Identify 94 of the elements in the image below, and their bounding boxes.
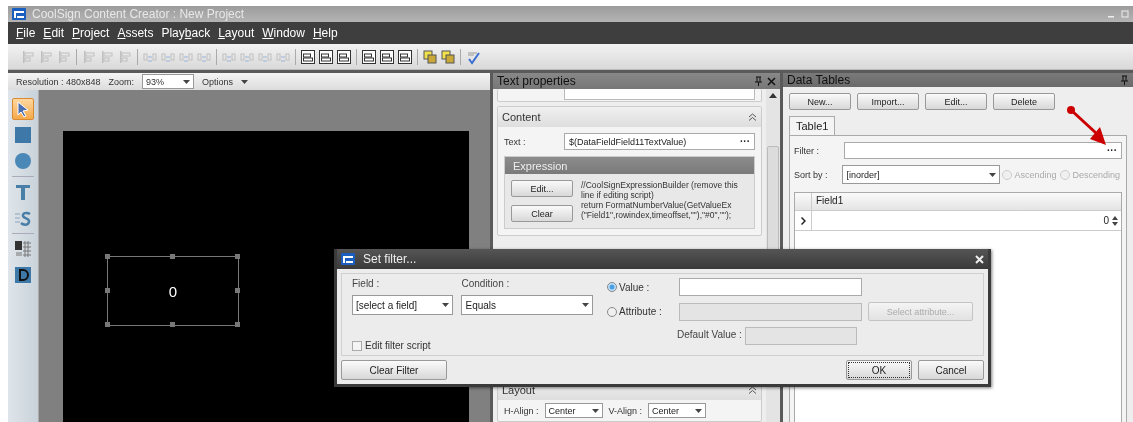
sort-label: Sort by :	[794, 169, 829, 180]
h-align-dropdown[interactable]: Center	[544, 403, 603, 418]
expression-button[interactable]: Edit...	[511, 180, 573, 197]
script-text-icon[interactable]	[14, 209, 32, 227]
text-label: Text :	[504, 136, 527, 147]
cancel-button[interactable]: Cancel	[918, 360, 984, 380]
resize-handle[interactable]	[170, 254, 175, 259]
text-icon[interactable]	[14, 183, 32, 201]
window-title: CoolSign Content Creator : New Project	[32, 7, 246, 21]
app-logo-icon	[341, 253, 355, 265]
dialog-title: Set filter...	[363, 252, 418, 266]
caret-icon	[442, 303, 450, 307]
resize-handle[interactable]	[235, 322, 240, 327]
section-title: Layout	[502, 384, 536, 396]
menu-item[interactable]: Edit	[39, 26, 69, 40]
caret-icon	[989, 172, 997, 177]
expression-title: Expression	[505, 157, 754, 174]
collapse-icon[interactable]	[748, 113, 757, 121]
resize-handle[interactable]	[235, 254, 240, 259]
tab[interactable]: Table1	[789, 116, 836, 135]
caret-icon	[183, 79, 191, 84]
position-icon[interactable]	[336, 48, 352, 65]
spinner-icon[interactable]	[1112, 215, 1118, 226]
pin-icon[interactable]	[754, 76, 763, 86]
collapse-icon[interactable]	[748, 386, 757, 394]
resize-handle[interactable]	[105, 322, 110, 327]
close-icon[interactable]	[767, 76, 776, 86]
menu-item[interactable]: Window	[258, 26, 309, 40]
rectangle-icon[interactable]	[14, 126, 32, 144]
pin-icon[interactable]	[1120, 75, 1129, 85]
h-align-label: H-Align :	[504, 405, 539, 416]
text-element[interactable]: 0	[107, 256, 239, 326]
condition-label: Condition :	[461, 278, 511, 291]
default-value-label: Default Value :	[677, 329, 742, 342]
v-align-dropdown[interactable]: Center	[648, 403, 707, 418]
layer-icon[interactable]	[440, 48, 456, 65]
resize-handle[interactable]	[170, 322, 175, 327]
resize-handle[interactable]	[105, 254, 110, 259]
layer-icon[interactable]	[422, 48, 438, 65]
toolbar-button[interactable]: Delete	[993, 93, 1055, 110]
menu-item[interactable]: Assets	[113, 26, 158, 40]
menu-item[interactable]: Project	[68, 26, 114, 40]
menu-item[interactable]: Playback	[157, 26, 215, 40]
position-icon[interactable]	[379, 48, 395, 65]
scroll-up-icon[interactable]	[769, 93, 777, 98]
caret-icon	[582, 303, 589, 307]
menu-item[interactable]: Layout	[214, 26, 259, 40]
filter-label: Filter :	[794, 145, 820, 156]
toolbar-button[interactable]: New...	[789, 93, 851, 110]
position-icon[interactable]	[318, 48, 334, 65]
table-cell[interactable]: 0	[1103, 215, 1109, 226]
data-table-icon[interactable]	[14, 240, 32, 258]
panel-title: Data Tables	[787, 73, 852, 87]
browse-button[interactable]: ···	[740, 136, 750, 147]
condition-dropdown[interactable]: Equals	[461, 295, 593, 315]
zoom-label: Zoom:	[108, 76, 135, 87]
position-icon[interactable]	[397, 48, 413, 65]
radio-icon[interactable]	[607, 282, 617, 292]
expression-script: //CoolSignExpressionBuilder (remove this line if editing script) return FormatNumberValue(GetValueEx ("Field1",rowindex,timeoffset,""),"#0","");	[581, 180, 738, 222]
toolbar-button[interactable]: Import...	[857, 93, 919, 110]
resize-handle[interactable]	[235, 288, 240, 293]
maximize-icon[interactable]	[1121, 10, 1129, 18]
filter-field[interactable]: ···	[844, 142, 1122, 159]
section-title: Content	[502, 111, 541, 123]
field-label: Field :	[352, 278, 381, 291]
options-menu[interactable]: Options	[202, 76, 234, 87]
caret-icon	[241, 79, 249, 84]
checkbox[interactable]: Edit filter script	[352, 340, 454, 351]
toolbar-button[interactable]: Edit...	[925, 93, 987, 110]
caret-icon	[695, 408, 703, 413]
position-icon[interactable]	[361, 48, 377, 65]
position-icon[interactable]	[300, 48, 316, 65]
zoom-dropdown[interactable]: 93%	[142, 74, 195, 89]
input-field[interactable]	[679, 278, 862, 296]
input-field[interactable]	[564, 89, 755, 100]
expression-button[interactable]: Clear	[511, 205, 573, 222]
clear-filter-button[interactable]: Clear Filter	[341, 360, 447, 380]
text-field[interactable]: $(DataFieldField11TextValue) ···	[564, 133, 755, 150]
data-field-icon[interactable]	[14, 266, 32, 284]
panel-title: Text properties	[497, 74, 577, 88]
menu-item[interactable]: File	[12, 26, 40, 40]
browse-button[interactable]: ···	[1107, 145, 1117, 156]
radio-button[interactable]: Value :	[605, 281, 673, 293]
resolution-label: Resolution : 480x848	[16, 76, 101, 87]
menu-item[interactable]: Help	[308, 26, 342, 40]
circle-icon[interactable]	[14, 152, 32, 170]
caret-icon	[591, 408, 599, 413]
field-dropdown[interactable]: [select a field]	[352, 295, 454, 315]
app-logo-icon	[12, 8, 26, 20]
sort-dropdown[interactable]: [inorder]	[842, 165, 1001, 184]
ok-button[interactable]: OK	[846, 360, 912, 380]
v-align-label: V-Align :	[608, 405, 643, 416]
pointer-icon[interactable]	[12, 98, 34, 120]
resize-handle[interactable]	[105, 288, 110, 293]
